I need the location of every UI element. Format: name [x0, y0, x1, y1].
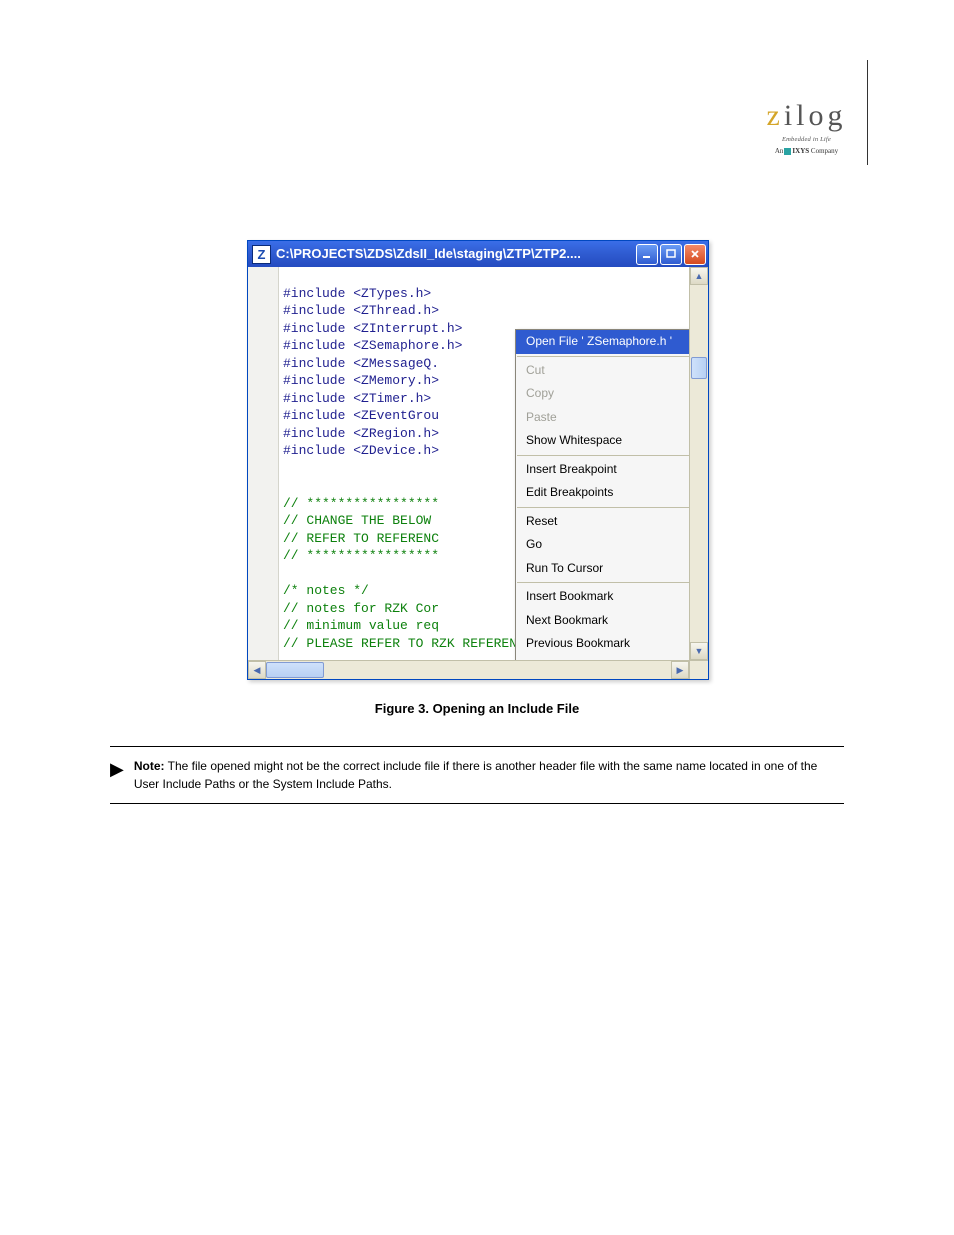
window-titlebar[interactable]: Z C:\PROJECTS\ZDS\ZdsII_Ide\staging\ZTP\… [248, 241, 708, 267]
logo-letter-z: z [767, 95, 784, 137]
menu-item[interactable]: Run To Cursor [516, 557, 689, 581]
note-text: Note: The file opened might not be the c… [134, 757, 844, 793]
menu-separator [517, 507, 689, 508]
code-line: #include <ZInterrupt.h> [283, 321, 462, 336]
figure-caption: Figure 3. Opening an Include File [247, 700, 707, 718]
comment-line: // ***************** [283, 496, 439, 511]
code-line: #include <ZRegion.h> [283, 426, 439, 441]
menu-item[interactable]: Next Bookmark [516, 609, 689, 633]
code-line: #include <ZMessageQ. [283, 356, 439, 371]
scroll-thumb-horizontal[interactable] [266, 662, 324, 678]
code-line: #include <ZEventGrou [283, 408, 439, 423]
menu-item[interactable]: Open File ' ZSemaphore.h ' [516, 330, 689, 354]
editor-context-menu[interactable]: Open File ' ZSemaphore.h ' CutCopyPasteSh… [515, 329, 689, 660]
vertical-scrollbar[interactable]: ▲ ▼ [689, 267, 708, 660]
note-body: The file opened might not be the correct… [134, 759, 818, 791]
code-line: #include <ZSemaphore.h> [283, 338, 462, 353]
header-divider [867, 60, 868, 165]
menu-item[interactable]: Go [516, 533, 689, 557]
menu-item[interactable]: Remove All Bookmarks [516, 656, 689, 661]
scroll-right-button[interactable]: ▶ [671, 661, 689, 679]
scroll-up-button[interactable]: ▲ [690, 267, 708, 285]
menu-separator [517, 356, 689, 357]
brand-logo: zilog Embedded in Life AnIXYS Company [754, 95, 859, 157]
code-line: #include <ZTypes.h> [283, 286, 431, 301]
editor-gutter [248, 267, 279, 660]
menu-item: Cut [516, 359, 689, 383]
menu-item[interactable]: Show Whitespace [516, 429, 689, 453]
menu-item[interactable]: Previous Bookmark [516, 632, 689, 656]
logo-company: AnIXYS Company [754, 147, 859, 157]
menu-item[interactable]: Insert Bookmark [516, 585, 689, 609]
menu-item[interactable]: Reset [516, 510, 689, 534]
menu-separator [517, 455, 689, 456]
comment-line: // REFER TO REFERENC [283, 531, 439, 546]
close-button[interactable] [684, 244, 706, 265]
comment-line: /* notes */ [283, 583, 369, 598]
note-label: Note: [134, 759, 165, 773]
figure-3: Z C:\PROJECTS\ZDS\ZdsII_Ide\staging\ZTP\… [247, 240, 707, 718]
menu-item[interactable]: Insert Breakpoint [516, 458, 689, 482]
note-arrow-icon: ▶ [110, 757, 124, 782]
horizontal-scrollbar[interactable]: ◀ ▶ [248, 660, 708, 679]
scroll-thumb-vertical[interactable] [691, 357, 707, 379]
comment-line: // CHANGE THE BELOW [283, 513, 439, 528]
code-line: #include <ZMemory.h> [283, 373, 439, 388]
scroll-corner [689, 661, 708, 679]
menu-separator [517, 582, 689, 583]
logo-rest: ilog [784, 95, 847, 137]
scroll-down-button[interactable]: ▼ [690, 642, 708, 660]
maximize-button[interactable] [660, 244, 682, 265]
company-mark-icon [784, 148, 791, 155]
menu-item[interactable]: Edit Breakpoints [516, 481, 689, 505]
comment-line: // notes for RZK Cor [283, 601, 439, 616]
window-title: C:\PROJECTS\ZDS\ZdsII_Ide\staging\ZTP\ZT… [276, 245, 634, 263]
scroll-left-button[interactable]: ◀ [248, 661, 266, 679]
note-block: ▶ Note: The file opened might not be the… [110, 746, 844, 804]
comment-line: // minimum value req [283, 618, 439, 633]
code-line: #include <ZThread.h> [283, 303, 439, 318]
minimize-button[interactable] [636, 244, 658, 265]
app-icon: Z [252, 245, 271, 264]
code-editor[interactable]: #include <ZTypes.h> #include <ZThread.h>… [279, 267, 689, 660]
code-line: #include <ZDevice.h> [283, 443, 439, 458]
menu-item: Paste [516, 406, 689, 430]
comment-line: // ***************** [283, 548, 439, 563]
editor-window: Z C:\PROJECTS\ZDS\ZdsII_Ide\staging\ZTP\… [247, 240, 709, 680]
code-line: #include <ZTimer.h> [283, 391, 431, 406]
menu-item: Copy [516, 382, 689, 406]
